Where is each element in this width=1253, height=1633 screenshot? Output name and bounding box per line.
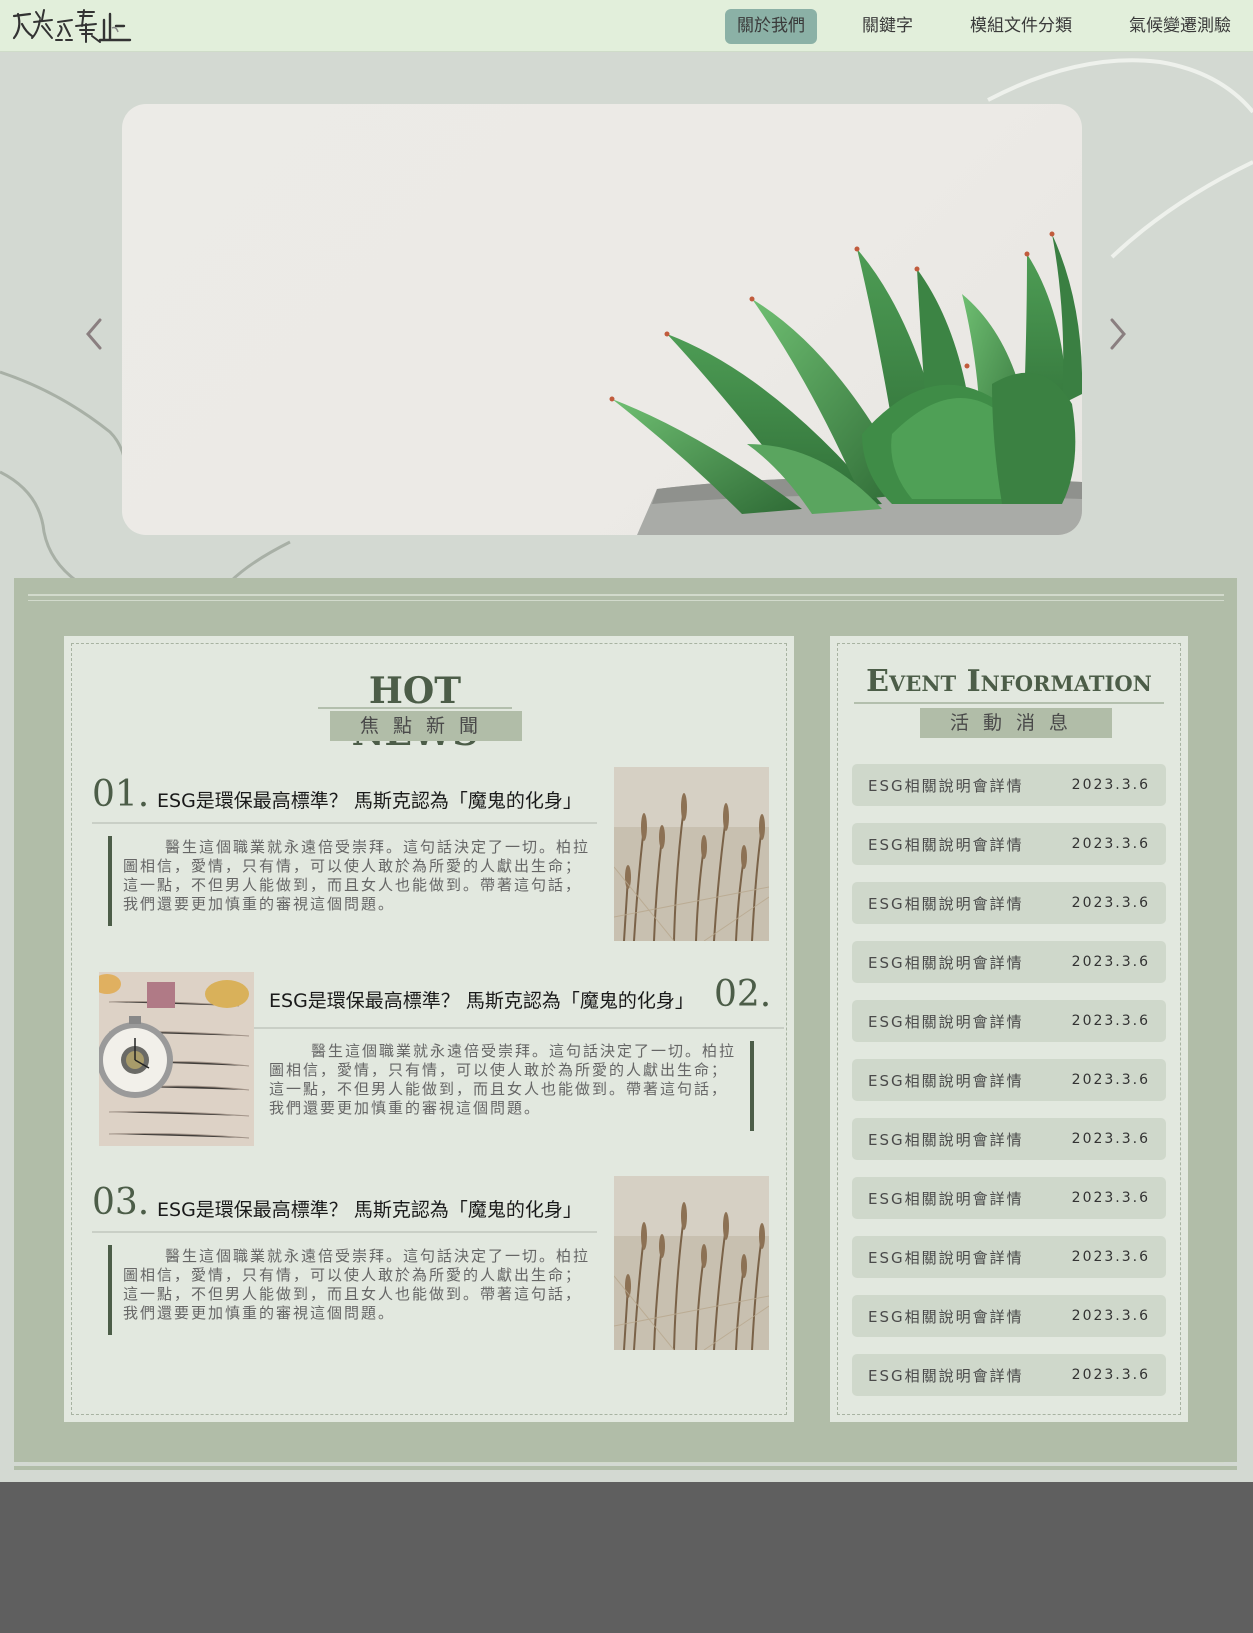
news-item-title[interactable]: ESG是環保最高標準？ 馬斯克認為「魔鬼的化身」 xyxy=(269,986,694,1013)
nav-about-us[interactable]: 關於我們 xyxy=(725,9,817,44)
event-item[interactable]: ESG相關說明會詳情 2023.3.6 xyxy=(852,1000,1166,1042)
site-logo[interactable] xyxy=(12,6,132,46)
news-item-image-wheat[interactable] xyxy=(614,767,769,941)
event-name: ESG相關說明會詳情 xyxy=(868,953,1024,972)
event-item[interactable]: ESG相關說明會詳情 2023.3.6 xyxy=(852,1177,1166,1219)
nav-climate-quiz[interactable]: 氣候變遷測驗 xyxy=(1117,9,1243,44)
news-item-number: 01. xyxy=(92,774,150,815)
logo-calligraphy-icon xyxy=(12,9,132,43)
chevron-right-icon xyxy=(1110,318,1126,350)
event-title-rule xyxy=(854,702,1164,704)
event-date: 2023.3.6 xyxy=(1071,1013,1150,1029)
event-name: ESG相關說明會詳情 xyxy=(868,1189,1024,1208)
event-date: 2023.3.6 xyxy=(1071,777,1150,793)
event-item[interactable]: ESG相關說明會詳情 2023.3.6 xyxy=(852,823,1166,865)
wheat-grass-image xyxy=(614,1176,769,1350)
carousel-next-button[interactable] xyxy=(1106,316,1130,352)
event-item[interactable]: ESG相關說明會詳情 2023.3.6 xyxy=(852,1295,1166,1337)
news-item-rule xyxy=(92,1231,597,1233)
event-date: 2023.3.6 xyxy=(1071,1367,1150,1383)
panel-divider-top-thin xyxy=(28,600,1224,601)
event-date: 2023.3.6 xyxy=(1071,1190,1150,1206)
news-item-title[interactable]: ESG是環保最高標準？ 馬斯克認為「魔鬼的化身」 xyxy=(157,1195,582,1222)
event-information-section: Event Information 活動消息 ESG相關說明會詳情 2023.3.… xyxy=(830,636,1188,1422)
news-item-quote-bar xyxy=(108,836,112,926)
event-item[interactable]: ESG相關說明會詳情 2023.3.6 xyxy=(852,764,1166,806)
event-item[interactable]: ESG相關說明會詳情 2023.3.6 xyxy=(852,941,1166,983)
event-date: 2023.3.6 xyxy=(1071,1131,1150,1147)
nav-keywords[interactable]: 關鍵字 xyxy=(850,9,925,44)
event-date: 2023.3.6 xyxy=(1071,1308,1150,1324)
event-name: ESG相關說明會詳情 xyxy=(868,894,1024,913)
event-subtitle: 活動消息 xyxy=(920,708,1112,738)
event-date: 2023.3.6 xyxy=(1071,836,1150,852)
event-item[interactable]: ESG相關說明會詳情 2023.3.6 xyxy=(852,1236,1166,1278)
news-item-body: 醫生這個職業就永遠倍受崇拜。這句話決定了一切。柏拉圖相信，愛情，只有情，可以使人… xyxy=(269,1042,737,1117)
wheat-grass-image xyxy=(614,767,769,941)
chevron-left-icon xyxy=(86,318,102,350)
succulent-plant-image xyxy=(609,231,1082,535)
content-panel: HOT NEWS 焦點新聞 01. ESG是環保最高標準？ 馬斯克認為「魔鬼的化… xyxy=(14,578,1237,1463)
panel-divider-bottom xyxy=(14,1466,1237,1470)
event-date: 2023.3.6 xyxy=(1071,954,1150,970)
event-date: 2023.3.6 xyxy=(1071,1249,1150,1265)
news-item-title[interactable]: ESG是環保最高標準？ 馬斯克認為「魔鬼的化身」 xyxy=(157,786,582,813)
news-item-rule xyxy=(92,822,597,824)
event-name: ESG相關說明會詳情 xyxy=(868,1248,1024,1267)
hot-news-subtitle: 焦點新聞 xyxy=(330,711,522,741)
event-name: ESG相關說明會詳情 xyxy=(868,1071,1024,1090)
pocket-watch-image xyxy=(99,972,254,1146)
hot-news-title-rule xyxy=(318,707,512,709)
carousel-prev-button[interactable] xyxy=(82,316,106,352)
news-item-quote-bar xyxy=(108,1245,112,1335)
event-date: 2023.3.6 xyxy=(1071,1072,1150,1088)
event-date: 2023.3.6 xyxy=(1071,895,1150,911)
news-item-body: 醫生這個職業就永遠倍受崇拜。這句話決定了一切。柏拉圖相信，愛情，只有情，可以使人… xyxy=(123,838,591,913)
event-name: ESG相關說明會詳情 xyxy=(868,776,1024,795)
top-navbar: 關於我們 關鍵字 模組文件分類 氣候變遷測驗 xyxy=(0,0,1253,52)
event-name: ESG相關說明會詳情 xyxy=(868,1366,1024,1385)
event-title: Event Information xyxy=(866,664,1152,699)
panel-divider-bottom-thin xyxy=(28,1462,1224,1463)
panel-divider-top xyxy=(28,594,1224,596)
event-name: ESG相關說明會詳情 xyxy=(868,1307,1024,1326)
news-item-image-wheat[interactable] xyxy=(614,1176,769,1350)
hot-news-section: HOT NEWS 焦點新聞 01. ESG是環保最高標準？ 馬斯克認為「魔鬼的化… xyxy=(64,636,794,1422)
event-item[interactable]: ESG相關說明會詳情 2023.3.6 xyxy=(852,1059,1166,1101)
event-name: ESG相關說明會詳情 xyxy=(868,835,1024,854)
event-name: ESG相關說明會詳情 xyxy=(868,1012,1024,1031)
news-item-number: 02. xyxy=(714,974,772,1015)
main-nav: 關於我們 關鍵字 模組文件分類 氣候變遷測驗 xyxy=(692,9,1253,44)
nav-module-docs[interactable]: 模組文件分類 xyxy=(958,9,1084,44)
event-item[interactable]: ESG相關說明會詳情 2023.3.6 xyxy=(852,882,1166,924)
page-footer xyxy=(0,1482,1253,1633)
news-item-number: 03. xyxy=(92,1182,150,1223)
event-name: ESG相關說明會詳情 xyxy=(868,1130,1024,1149)
hero-banner-image xyxy=(122,104,1082,535)
news-item-body: 醫生這個職業就永遠倍受崇拜。這句話決定了一切。柏拉圖相信，愛情，只有情，可以使人… xyxy=(123,1247,591,1322)
news-item-rule xyxy=(254,1027,784,1029)
event-item[interactable]: ESG相關說明會詳情 2023.3.6 xyxy=(852,1354,1166,1396)
news-item-quote-bar xyxy=(750,1041,754,1131)
event-item[interactable]: ESG相關說明會詳情 2023.3.6 xyxy=(852,1118,1166,1160)
news-item-image-watch[interactable] xyxy=(99,972,254,1146)
